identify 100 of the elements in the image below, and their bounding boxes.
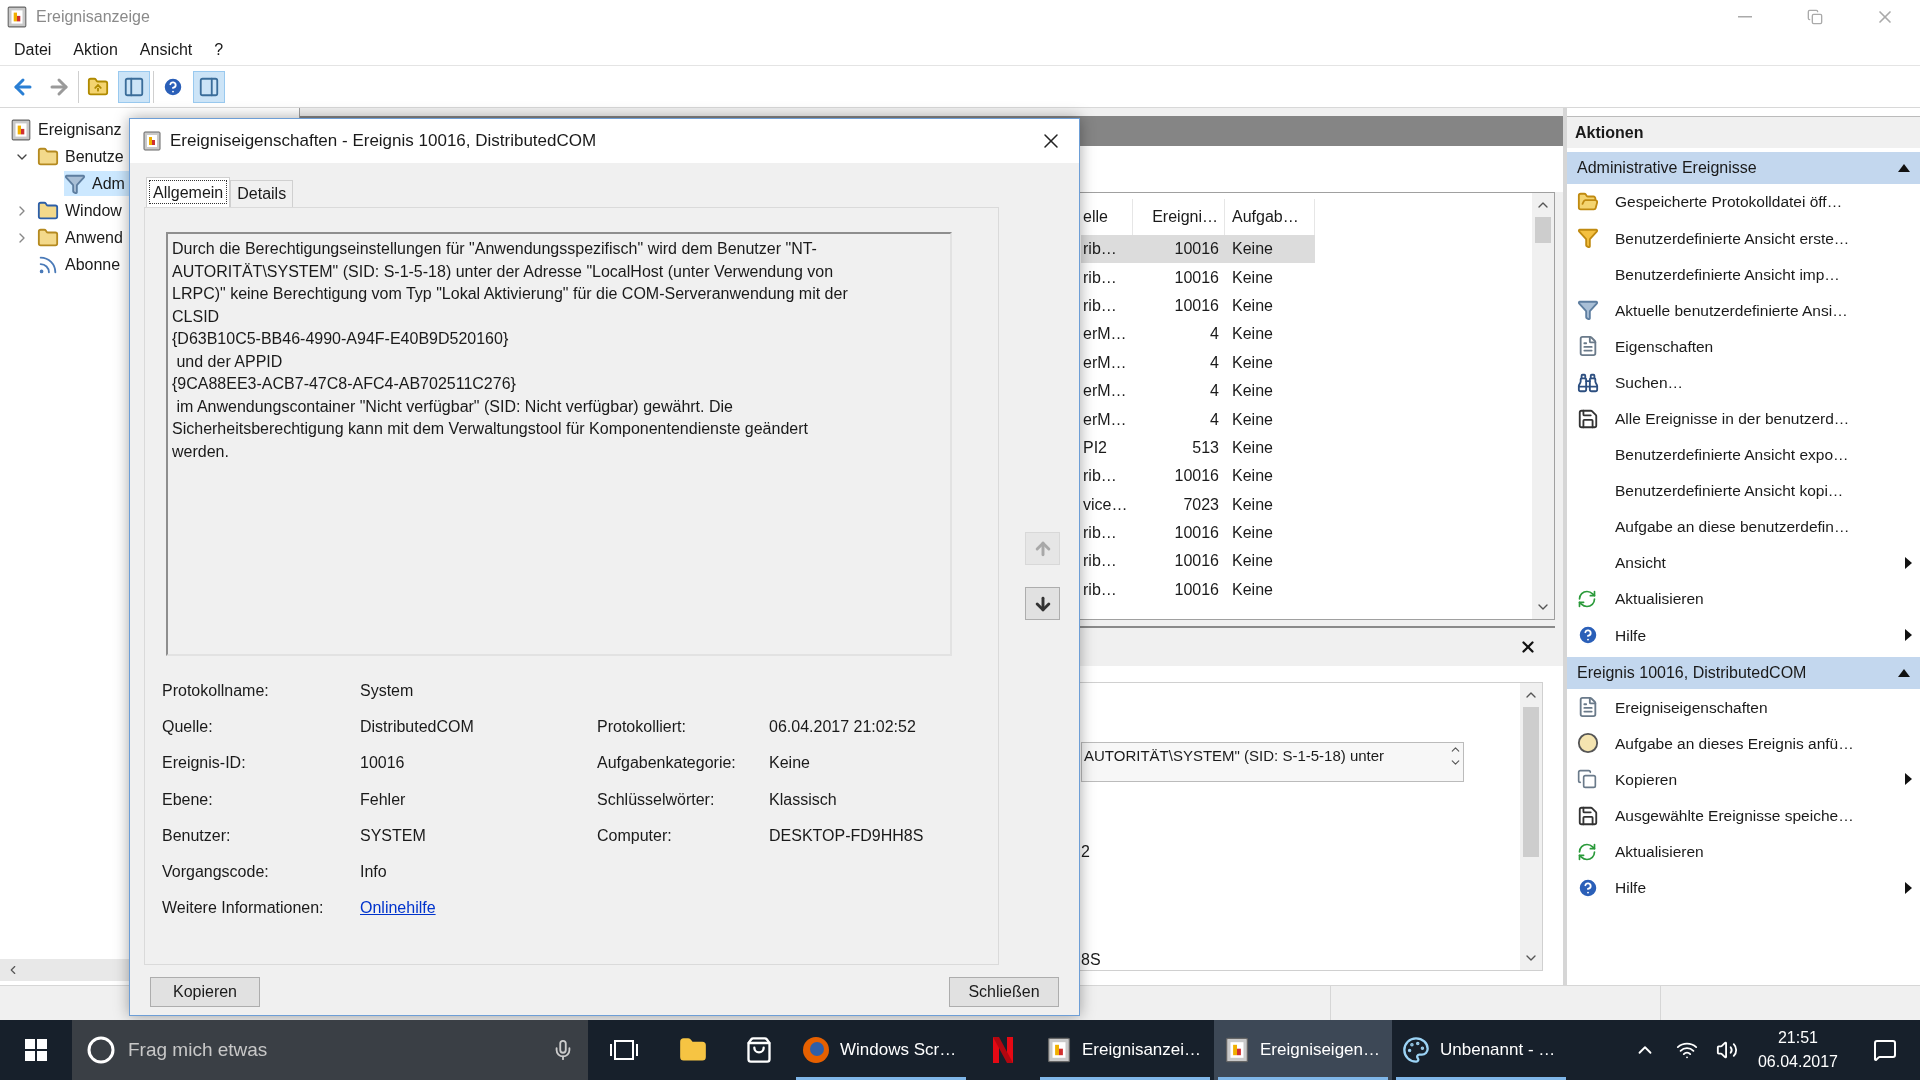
close-icon[interactable] [1519,638,1537,656]
source-cell-text: rib… [1082,239,1118,260]
next-event-button[interactable] [1025,587,1060,620]
action-item[interactable]: Suchen… [1567,364,1920,401]
search-field[interactable]: Frag mich etwas [128,1035,552,1065]
vertical-scrollbar[interactable] [1532,193,1554,619]
menu-item[interactable]: Ansicht [131,37,201,62]
action-item[interactable]: Benutzerdefinierte Ansicht expo… [1567,436,1920,473]
detail-value: 2 [1081,842,1090,860]
restore-icon [1807,9,1823,25]
event-row[interactable]: rib… 10016 Keine [1081,235,1315,264]
filter-icon [64,172,86,195]
task-category-cell-text: Keine [1231,494,1274,515]
action-item[interactable]: Hilfe [1567,869,1920,906]
field-value: SYSTEM [360,825,426,846]
source-cell-text: erM… [1082,381,1128,402]
source-cell-text: erM… [1082,409,1128,430]
tree-item[interactable]: Ereignisanz [10,117,162,142]
tree-item[interactable]: Benutze [37,144,164,169]
tab[interactable]: Details [230,180,294,207]
field-value: 10016 [360,753,405,774]
action-item[interactable]: Kopieren [1567,761,1920,798]
task-category-cell-text: Keine [1231,324,1274,345]
binoculars-icon [1577,371,1599,394]
section-title: Administrative Ereignisse [1577,158,1757,178]
task-category-cell-text: Keine [1231,551,1274,572]
scrollbar-thumb[interactable] [1535,217,1551,243]
event-id-cell-text: 4 [1209,352,1220,373]
field-value: System [360,681,414,702]
cortana-ring-icon [86,1035,116,1065]
filter-icon [1577,299,1599,322]
action-item[interactable]: Aufgabe an diese benutzerdefin… [1567,508,1920,545]
tree-item[interactable]: Anwend [37,225,163,250]
action-item[interactable]: Aufgabe an dieses Ereignis anfü… [1567,725,1920,762]
source-cell-text: erM… [1082,352,1128,373]
action-item[interactable]: Aktualisieren [1567,833,1920,870]
help-icon [1577,624,1599,647]
menu-item[interactable]: Aktion [65,37,126,62]
event-id-cell-text: 4 [1209,381,1220,402]
menu-item[interactable]: Datei [6,37,60,62]
help-link[interactable]: Onlinehilfe [360,896,436,921]
event-viewer-icon [10,118,32,141]
action-item[interactable]: Benutzerdefinierte Ansicht erste… [1567,220,1920,257]
toolbar-button[interactable] [193,70,225,103]
action-item[interactable]: Gespeicherte Protokolldatei öff… [1567,184,1920,221]
speech-bubble-icon [1873,1038,1897,1062]
source-cell-text: vice… [1082,494,1129,515]
field-label: Weitere Informationen: [162,898,325,919]
task-category-cell-text: Keine [1231,295,1274,316]
action-item[interactable]: Benutzerdefinierte Ansicht imp… [1567,256,1920,293]
event-id-cell-text: 10016 [1173,295,1220,316]
event-id-cell-text: 10016 [1173,466,1220,487]
menu-item[interactable]: ? [206,37,232,62]
field-label: Vorgangscode: [162,862,270,883]
tab[interactable]: Allgemein [146,177,231,207]
event-id-cell-text: 4 [1209,324,1220,345]
collapse-arrow-icon[interactable] [1898,164,1910,172]
event-id-cell-text: 10016 [1173,267,1220,288]
action-item[interactable]: Alle Ereignisse in der benutzerd… [1567,400,1920,437]
taskbar-button[interactable]: Unbenannt - … [1392,1020,1570,1080]
copy-icon [1577,769,1597,790]
folder-icon [37,199,59,222]
event-id-cell-text: 10016 [1173,523,1220,544]
scrollbar-thumb[interactable] [1523,707,1539,857]
field-label: Benutzer: [162,825,232,846]
taskbar-button[interactable]: Ereigniseigen… [1214,1020,1392,1080]
task-category-cell-text: Keine [1231,239,1274,260]
taskbar-button[interactable]: Windows Scr… [792,1020,970,1080]
vertical-scrollbar[interactable] [1520,683,1542,970]
document-icon [1577,696,1599,719]
field-value: 06.04.2017 21:02:52 [769,717,916,738]
source-cell-text: rib… [1082,551,1118,572]
field-label: Protokolliert: [597,717,687,738]
event-id-cell-text: 10016 [1173,551,1220,572]
windows-logo-icon [25,1039,47,1061]
close-dialog-button[interactable]: Schließen [949,977,1059,1007]
clock[interactable]: 21:51 06.04.2017 [1745,1026,1850,1074]
field-value: Fehler [360,789,406,810]
action-item[interactable]: Ereigniseigenschaften [1567,689,1920,726]
source-cell-text: rib… [1082,523,1118,544]
task-category-cell-text: Keine [1231,352,1274,373]
taskbar-button[interactable]: Ereignisanzei… [1036,1020,1214,1080]
search-box[interactable]: Frag mich etwas [72,1020,588,1080]
tree-item[interactable]: Abonne [37,252,161,277]
action-item[interactable]: Ausgewählte Ereignisse speiche… [1567,797,1920,834]
toolbar-button[interactable] [118,70,150,103]
folder-up-icon [87,75,109,98]
section-header[interactable]: Administrative Ereignisse [1567,152,1920,184]
action-item[interactable]: Aktuelle benutzerdefinierte Ansi… [1567,292,1920,329]
action-item[interactable]: Benutzerdefinierte Ansicht kopi… [1567,472,1920,509]
copy-button[interactable]: Kopieren [150,977,260,1007]
action-item[interactable]: Eigenschaften [1567,328,1920,365]
action-item[interactable]: Aktualisieren [1567,581,1920,618]
section-header[interactable]: Ereignis 10016, DistributedCOM [1567,657,1920,690]
source-cell-text: rib… [1082,267,1118,288]
collapse-arrow-icon[interactable] [1898,669,1910,678]
action-item[interactable]: Hilfe [1567,617,1920,654]
field-value: DESKTOP-FD9HH8S [769,825,924,846]
volume-icon[interactable] [1715,1039,1738,1061]
action-item[interactable]: Ansicht [1567,544,1920,582]
